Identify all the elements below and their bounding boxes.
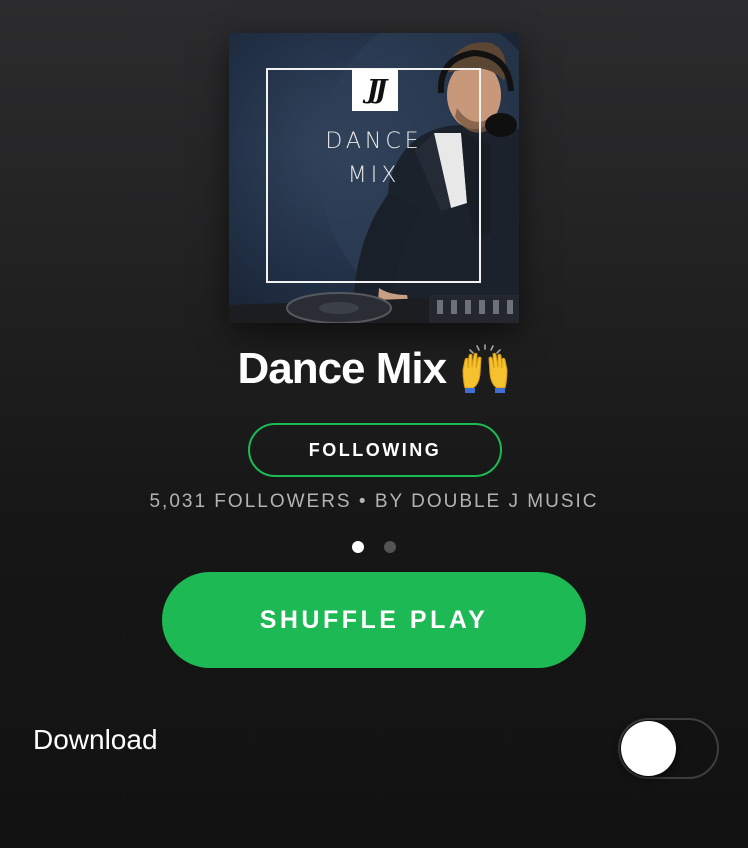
playlist-cover-art: JJ DANCE MIX (229, 33, 519, 323)
playlist-title: Dance Mix (237, 344, 447, 393)
playlist-meta-text: 5,031 FOLLOWERS • BY DOUBLE J MUSIC (149, 491, 599, 512)
raising-hands-icon (459, 344, 511, 394)
page-dot-inactive[interactable] (384, 541, 396, 553)
download-label: Download (33, 724, 158, 755)
playlist-header-screen: JJ DANCE MIX Dance Mix FOLLOWING 5,031 F… (0, 0, 748, 848)
toggle-knob (621, 721, 676, 776)
following-button[interactable]: FOLLOWING (248, 423, 502, 477)
shuffle-play-button[interactable]: SHUFFLE PLAY (162, 572, 586, 668)
page-indicator (0, 541, 748, 553)
cover-title-line2: MIX (347, 163, 401, 188)
double-j-logo: JJ (352, 69, 398, 111)
page-dot-active[interactable] (352, 541, 364, 553)
cover-title-line1: DANCE (325, 129, 423, 154)
playlist-title-row: Dance Mix (0, 344, 748, 394)
download-toggle[interactable] (618, 718, 719, 779)
